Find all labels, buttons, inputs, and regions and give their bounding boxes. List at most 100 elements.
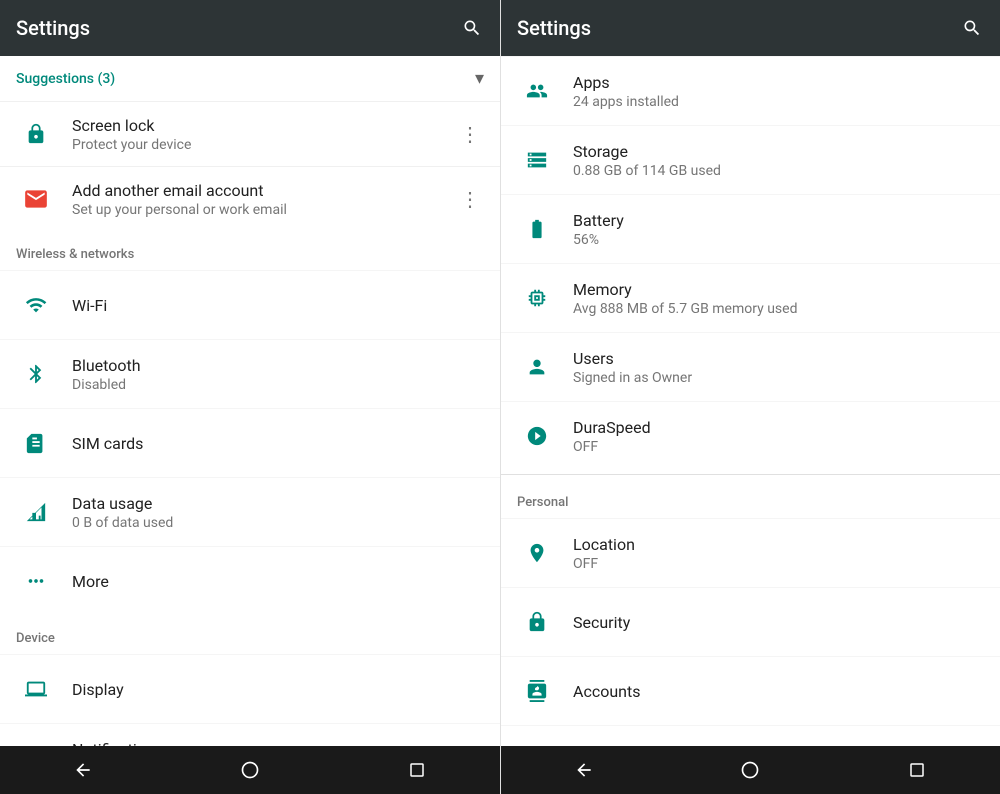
accounts-title: Accounts <box>573 682 984 701</box>
apps-item[interactable]: Apps 24 apps installed <box>501 56 1000 125</box>
accounts-icon <box>517 671 557 711</box>
display-icon <box>16 669 56 709</box>
wifi-item[interactable]: Wi-Fi <box>0 270 500 339</box>
memory-subtitle: Avg 888 MB of 5.7 GB memory used <box>573 301 984 317</box>
screen-lock-subtitle: Protect your device <box>72 137 456 153</box>
users-subtitle: Signed in as Owner <box>573 370 984 386</box>
data-usage-title: Data usage <box>72 494 484 513</box>
right-search-icon[interactable] <box>960 16 984 40</box>
email-text: Add another email account Set up your pe… <box>72 181 456 218</box>
battery-item[interactable]: Battery 56% <box>501 194 1000 263</box>
users-icon <box>517 347 557 387</box>
left-panel: Settings Suggestions (3) ▾ Screen lock P… <box>0 0 500 794</box>
memory-text: Memory Avg 888 MB of 5.7 GB memory used <box>573 280 984 317</box>
duraspeed-item[interactable]: DuraSpeed OFF <box>501 401 1000 470</box>
battery-subtitle: 56% <box>573 232 984 248</box>
bluetooth-text: Bluetooth Disabled <box>72 356 484 393</box>
google-item[interactable]: Google <box>501 725 1000 746</box>
apps-text: Apps 24 apps installed <box>573 73 984 110</box>
apps-icon <box>517 71 557 111</box>
display-text: Display <box>72 680 484 699</box>
right-content: Apps 24 apps installed Storage 0.88 GB o… <box>501 56 1000 746</box>
security-title: Security <box>573 613 984 632</box>
left-topbar: Settings <box>0 0 500 56</box>
email-menu-icon[interactable]: ⋮ <box>456 183 484 215</box>
sim-title: SIM cards <box>72 434 484 453</box>
memory-item[interactable]: Memory Avg 888 MB of 5.7 GB memory used <box>501 263 1000 332</box>
data-usage-text: Data usage 0 B of data used <box>72 494 484 531</box>
more-text: More <box>72 572 484 591</box>
duraspeed-text: DuraSpeed OFF <box>573 418 984 455</box>
memory-title: Memory <box>573 280 984 299</box>
right-back-button[interactable] <box>568 754 600 786</box>
right-navbar <box>501 746 1000 794</box>
notifications-icon <box>16 738 56 746</box>
storage-icon <box>517 140 557 180</box>
left-search-icon[interactable] <box>460 16 484 40</box>
location-item[interactable]: Location OFF <box>501 518 1000 587</box>
screen-lock-text: Screen lock Protect your device <box>72 116 456 153</box>
suggestion-email[interactable]: Add another email account Set up your pe… <box>0 166 500 231</box>
display-item[interactable]: Display <box>0 654 500 723</box>
device-section-header: Device <box>0 615 500 654</box>
left-title: Settings <box>16 16 460 40</box>
storage-subtitle: 0.88 GB of 114 GB used <box>573 163 984 179</box>
right-topbar: Settings <box>501 0 1000 56</box>
right-recent-button[interactable] <box>901 754 933 786</box>
sim-text: SIM cards <box>72 434 484 453</box>
suggestions-chevron-icon: ▾ <box>475 68 484 89</box>
apps-title: Apps <box>573 73 984 92</box>
users-text: Users Signed in as Owner <box>573 349 984 386</box>
right-panel: Settings Apps 24 apps installed <box>500 0 1000 794</box>
duraspeed-subtitle: OFF <box>573 439 984 455</box>
wireless-section-header: Wireless & networks <box>0 231 500 270</box>
storage-text: Storage 0.88 GB of 114 GB used <box>573 142 984 179</box>
users-title: Users <box>573 349 984 368</box>
right-home-button[interactable] <box>734 754 766 786</box>
display-title: Display <box>72 680 484 699</box>
more-item[interactable]: More <box>0 546 500 615</box>
email-subtitle: Set up your personal or work email <box>72 202 456 218</box>
notifications-item[interactable]: Notifications All apps allowed to send <box>0 723 500 746</box>
data-usage-subtitle: 0 B of data used <box>72 515 484 531</box>
more-icon <box>16 561 56 601</box>
security-icon <box>517 602 557 642</box>
wifi-text: Wi-Fi <box>72 296 484 315</box>
location-subtitle: OFF <box>573 556 984 572</box>
lock-icon <box>16 114 56 154</box>
apps-subtitle: 24 apps installed <box>573 94 984 110</box>
left-navbar <box>0 746 500 794</box>
left-content: Suggestions (3) ▾ Screen lock Protect yo… <box>0 56 500 746</box>
screen-lock-menu-icon[interactable]: ⋮ <box>456 118 484 150</box>
screen-lock-title: Screen lock <box>72 116 456 135</box>
security-item[interactable]: Security <box>501 587 1000 656</box>
storage-item[interactable]: Storage 0.88 GB of 114 GB used <box>501 125 1000 194</box>
data-usage-item[interactable]: Data usage 0 B of data used <box>0 477 500 546</box>
sim-icon <box>16 423 56 463</box>
back-button[interactable] <box>67 754 99 786</box>
suggestion-screen-lock[interactable]: Screen lock Protect your device ⋮ <box>0 101 500 166</box>
home-button[interactable] <box>234 754 266 786</box>
duraspeed-icon <box>517 416 557 456</box>
recent-button[interactable] <box>401 754 433 786</box>
data-usage-icon <box>16 492 56 532</box>
email-icon <box>16 179 56 219</box>
bluetooth-item[interactable]: Bluetooth Disabled <box>0 339 500 408</box>
email-title: Add another email account <box>72 181 456 200</box>
battery-title: Battery <box>573 211 984 230</box>
bluetooth-icon <box>16 354 56 394</box>
suggestions-label: Suggestions (3) <box>16 71 475 87</box>
battery-text: Battery 56% <box>573 211 984 248</box>
accounts-item[interactable]: Accounts <box>501 656 1000 725</box>
location-title: Location <box>573 535 984 554</box>
memory-icon <box>517 278 557 318</box>
accounts-text: Accounts <box>573 682 984 701</box>
right-title: Settings <box>517 16 960 40</box>
more-title: More <box>72 572 484 591</box>
security-text: Security <box>573 613 984 632</box>
sim-item[interactable]: SIM cards <box>0 408 500 477</box>
suggestions-header[interactable]: Suggestions (3) ▾ <box>0 56 500 101</box>
wifi-title: Wi-Fi <box>72 296 484 315</box>
users-item[interactable]: Users Signed in as Owner <box>501 332 1000 401</box>
bluetooth-title: Bluetooth <box>72 356 484 375</box>
